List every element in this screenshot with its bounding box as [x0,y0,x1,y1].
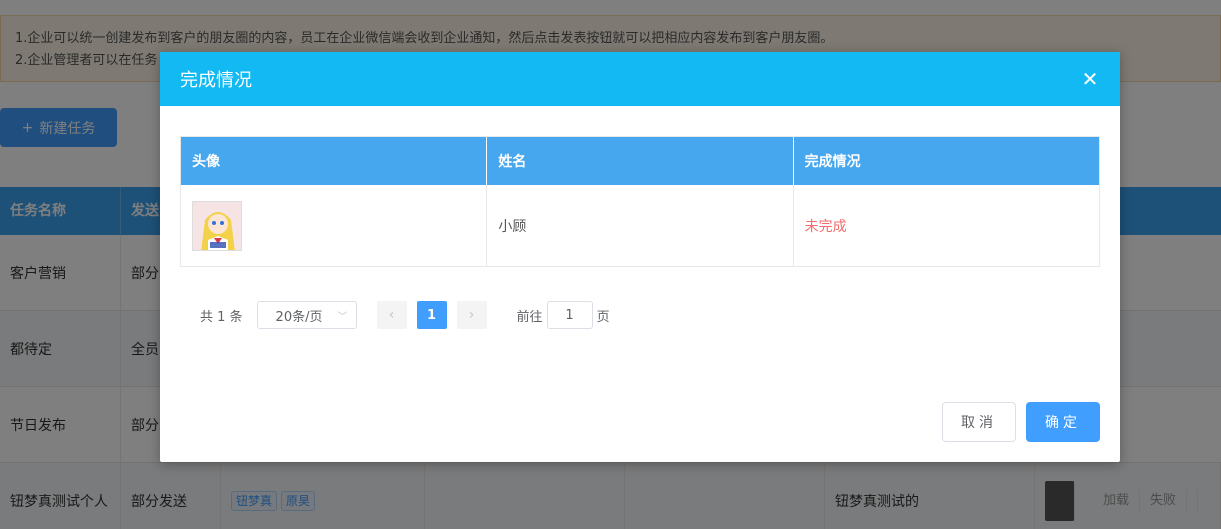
pagination-total: 共 1 条 [200,309,243,325]
goto-suffix: 页 [596,309,610,325]
avatar-image [193,201,241,250]
completion-dialog: 完成情况 ✕ 头像 姓名 完成情况 小顾 未完成 共 1 条 20条/页 ﹀ ‹… [160,52,1120,462]
page-size-select[interactable]: 20条/页 ﹀ [256,301,357,329]
goto-page: 前往 页 [517,301,610,329]
dialog-body: 头像 姓名 完成情况 小顾 未完成 共 1 条 20条/页 ﹀ ‹ 1 › 前往… [160,106,1120,329]
next-page-button[interactable]: › [456,301,487,329]
completion-table-header: 头像 姓名 完成情况 [181,137,1099,185]
cancel-button[interactable]: 取消 [942,402,1016,442]
avatar-cell [181,185,488,266]
prev-page-button[interactable]: ‹ [376,301,407,329]
dialog-title: 完成情况 [180,70,252,91]
column-header-status: 完成情况 [804,154,861,170]
chevron-right-icon: › [468,307,475,323]
goto-prefix: 前往 [516,309,543,325]
completion-table: 头像 姓名 完成情况 小顾 未完成 [180,136,1100,267]
page-size-value: 20条/页 [275,309,323,325]
column-header-avatar: 头像 [181,137,488,185]
close-icon[interactable]: ✕ [1080,67,1100,91]
page-number-current[interactable]: 1 [416,301,447,329]
table-row: 小顾 未完成 [181,185,1099,266]
name-cell: 小顾 [487,185,794,266]
column-header-name: 姓名 [487,137,794,185]
chevron-left-icon: ‹ [388,307,395,323]
goto-page-input[interactable] [546,301,593,329]
pagination: 共 1 条 20条/页 ﹀ ‹ 1 › 前往 页 [180,301,1100,329]
chevron-down-icon: ﹀ [337,311,348,323]
ok-button[interactable]: 确定 [1026,402,1100,442]
status-cell: 未完成 [804,218,847,235]
dialog-header: 完成情况 ✕ [160,52,1120,106]
dialog-footer: 取消 确定 [942,402,1100,442]
avatar [192,200,242,251]
